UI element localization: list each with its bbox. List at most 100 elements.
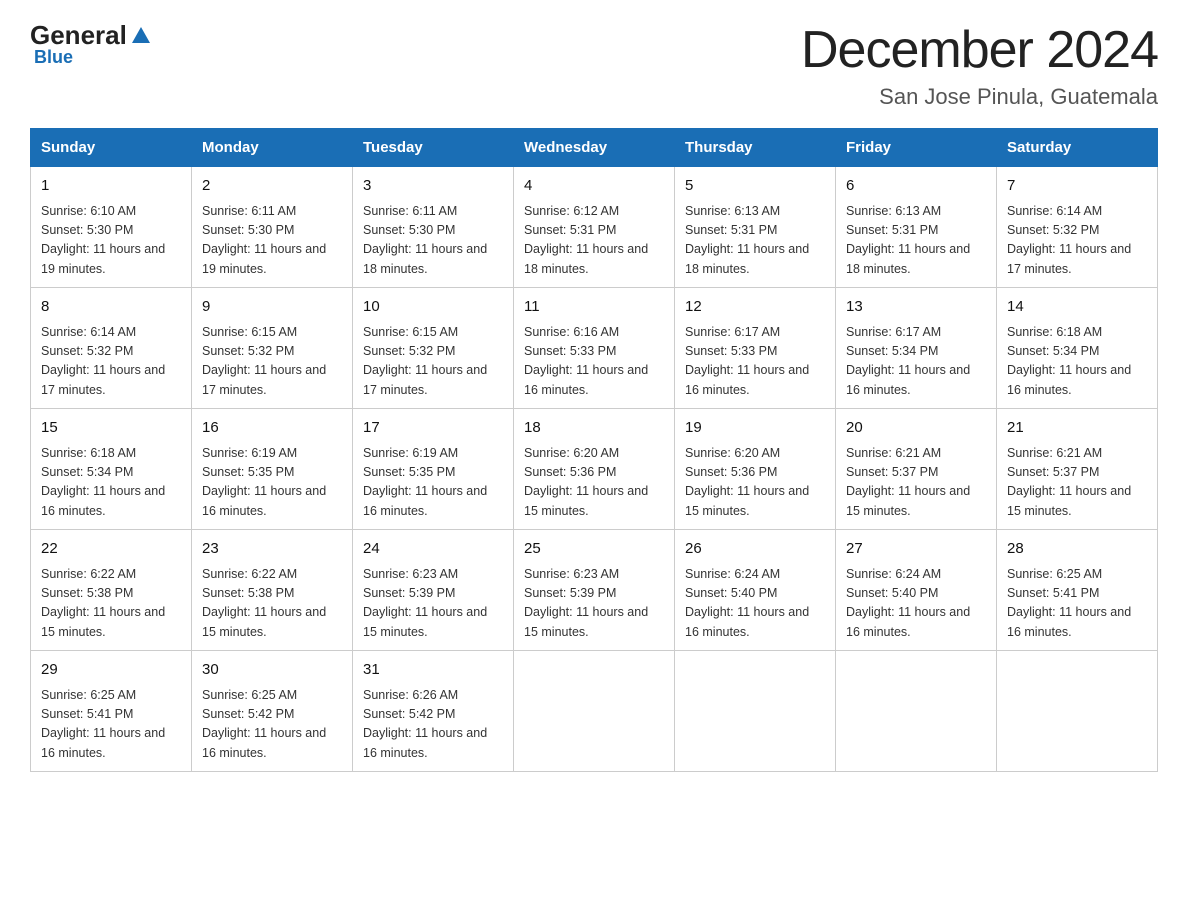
day-number: 7: [1007, 175, 1147, 198]
calendar-cell: 28 Sunrise: 6:25 AMSunset: 5:41 PMDayligh…: [997, 530, 1158, 651]
day-info: Sunrise: 6:23 AMSunset: 5:39 PMDaylight:…: [363, 565, 503, 643]
weekday-header-tuesday: Tuesday: [353, 129, 514, 167]
day-info: Sunrise: 6:20 AMSunset: 5:36 PMDaylight:…: [524, 444, 664, 522]
day-info: Sunrise: 6:21 AMSunset: 5:37 PMDaylight:…: [846, 444, 986, 522]
day-number: 13: [846, 296, 986, 319]
logo-icon: [130, 25, 152, 47]
calendar-cell: 22 Sunrise: 6:22 AMSunset: 5:38 PMDayligh…: [31, 530, 192, 651]
calendar-cell: 14Sunrise: 6:18 AMSunset: 5:34 PMDayligh…: [997, 288, 1158, 409]
day-number: 17: [363, 417, 503, 440]
calendar-cell: 6 Sunrise: 6:13 AMSunset: 5:31 PMDaylight…: [836, 167, 997, 288]
day-info: Sunrise: 6:15 AMSunset: 5:32 PMDaylight:…: [202, 323, 342, 401]
calendar-cell: 21 Sunrise: 6:21 AMSunset: 5:37 PMDayligh…: [997, 409, 1158, 530]
calendar-cell: 29 Sunrise: 6:25 AMSunset: 5:41 PMDayligh…: [31, 651, 192, 772]
day-number: 20: [846, 417, 986, 440]
day-number: 29: [41, 659, 181, 682]
day-number: 9: [202, 296, 342, 319]
day-info: Sunrise: 6:13 AMSunset: 5:31 PMDaylight:…: [685, 202, 825, 280]
day-number: 11: [524, 296, 664, 319]
day-info: Sunrise: 6:10 AMSunset: 5:30 PMDaylight:…: [41, 202, 181, 280]
calendar-cell: 26Sunrise: 6:24 AMSunset: 5:40 PMDayligh…: [675, 530, 836, 651]
weekday-header-sunday: Sunday: [31, 129, 192, 167]
day-number: 25: [524, 538, 664, 561]
day-number: 18: [524, 417, 664, 440]
day-info: Sunrise: 6:19 AMSunset: 5:35 PMDaylight:…: [363, 444, 503, 522]
weekday-header-thursday: Thursday: [675, 129, 836, 167]
day-number: 28: [1007, 538, 1147, 561]
calendar-cell: 3 Sunrise: 6:11 AMSunset: 5:30 PMDaylight…: [353, 167, 514, 288]
calendar-cell: [514, 651, 675, 772]
calendar-cell: 2 Sunrise: 6:11 AMSunset: 5:30 PMDaylight…: [192, 167, 353, 288]
calendar-cell: 25 Sunrise: 6:23 AMSunset: 5:39 PMDayligh…: [514, 530, 675, 651]
calendar-cell: 8 Sunrise: 6:14 AMSunset: 5:32 PMDaylight…: [31, 288, 192, 409]
month-title: December 2024: [801, 20, 1158, 80]
calendar-cell: 7 Sunrise: 6:14 AMSunset: 5:32 PMDaylight…: [997, 167, 1158, 288]
day-info: Sunrise: 6:23 AMSunset: 5:39 PMDaylight:…: [524, 565, 664, 643]
day-info: Sunrise: 6:12 AMSunset: 5:31 PMDaylight:…: [524, 202, 664, 280]
calendar-cell: [675, 651, 836, 772]
day-number: 3: [363, 175, 503, 198]
day-number: 15: [41, 417, 181, 440]
logo: General Blue: [30, 20, 153, 68]
calendar-cell: 12 Sunrise: 6:17 AMSunset: 5:33 PMDayligh…: [675, 288, 836, 409]
day-number: 4: [524, 175, 664, 198]
calendar-cell: 15Sunrise: 6:18 AMSunset: 5:34 PMDayligh…: [31, 409, 192, 530]
calendar-cell: 30Sunrise: 6:25 AMSunset: 5:42 PMDayligh…: [192, 651, 353, 772]
calendar-cell: 31Sunrise: 6:26 AMSunset: 5:42 PMDayligh…: [353, 651, 514, 772]
day-info: Sunrise: 6:14 AMSunset: 5:32 PMDaylight:…: [41, 323, 181, 401]
day-info: Sunrise: 6:11 AMSunset: 5:30 PMDaylight:…: [363, 202, 503, 280]
day-number: 5: [685, 175, 825, 198]
weekday-header-monday: Monday: [192, 129, 353, 167]
day-info: Sunrise: 6:22 AMSunset: 5:38 PMDaylight:…: [41, 565, 181, 643]
calendar-cell: 24 Sunrise: 6:23 AMSunset: 5:39 PMDayligh…: [353, 530, 514, 651]
day-number: 24: [363, 538, 503, 561]
day-number: 21: [1007, 417, 1147, 440]
location-title: San Jose Pinula, Guatemala: [801, 84, 1158, 110]
calendar-cell: 1Sunrise: 6:10 AMSunset: 5:30 PMDaylight…: [31, 167, 192, 288]
calendar-cell: 18 Sunrise: 6:20 AMSunset: 5:36 PMDayligh…: [514, 409, 675, 530]
weekday-header-row: SundayMondayTuesdayWednesdayThursdayFrid…: [31, 129, 1158, 167]
calendar-cell: 16 Sunrise: 6:19 AMSunset: 5:35 PMDayligh…: [192, 409, 353, 530]
day-info: Sunrise: 6:19 AMSunset: 5:35 PMDaylight:…: [202, 444, 342, 522]
weekday-header-wednesday: Wednesday: [514, 129, 675, 167]
day-info: Sunrise: 6:20 AMSunset: 5:36 PMDaylight:…: [685, 444, 825, 522]
calendar-cell: 13 Sunrise: 6:17 AMSunset: 5:34 PMDayligh…: [836, 288, 997, 409]
weekday-header-saturday: Saturday: [997, 129, 1158, 167]
calendar-week-row: 15Sunrise: 6:18 AMSunset: 5:34 PMDayligh…: [31, 409, 1158, 530]
calendar-cell: 11Sunrise: 6:16 AMSunset: 5:33 PMDayligh…: [514, 288, 675, 409]
calendar-cell: [836, 651, 997, 772]
day-number: 6: [846, 175, 986, 198]
day-number: 22: [41, 538, 181, 561]
page-header: General Blue December 2024 San Jose Pinu…: [30, 20, 1158, 110]
day-info: Sunrise: 6:21 AMSunset: 5:37 PMDaylight:…: [1007, 444, 1147, 522]
calendar-cell: 17 Sunrise: 6:19 AMSunset: 5:35 PMDayligh…: [353, 409, 514, 530]
day-number: 2: [202, 175, 342, 198]
calendar-cell: 5 Sunrise: 6:13 AMSunset: 5:31 PMDaylight…: [675, 167, 836, 288]
calendar-week-row: 1Sunrise: 6:10 AMSunset: 5:30 PMDaylight…: [31, 167, 1158, 288]
day-info: Sunrise: 6:22 AMSunset: 5:38 PMDaylight:…: [202, 565, 342, 643]
day-info: Sunrise: 6:14 AMSunset: 5:32 PMDaylight:…: [1007, 202, 1147, 280]
day-info: Sunrise: 6:25 AMSunset: 5:41 PMDaylight:…: [41, 686, 181, 764]
calendar-cell: 4 Sunrise: 6:12 AMSunset: 5:31 PMDaylight…: [514, 167, 675, 288]
day-number: 26: [685, 538, 825, 561]
calendar-cell: 27Sunrise: 6:24 AMSunset: 5:40 PMDayligh…: [836, 530, 997, 651]
day-number: 8: [41, 296, 181, 319]
calendar-cell: 9 Sunrise: 6:15 AMSunset: 5:32 PMDaylight…: [192, 288, 353, 409]
calendar-table: SundayMondayTuesdayWednesdayThursdayFrid…: [30, 128, 1158, 772]
day-number: 12: [685, 296, 825, 319]
calendar-cell: 10Sunrise: 6:15 AMSunset: 5:32 PMDayligh…: [353, 288, 514, 409]
calendar-cell: 23Sunrise: 6:22 AMSunset: 5:38 PMDayligh…: [192, 530, 353, 651]
day-info: Sunrise: 6:17 AMSunset: 5:33 PMDaylight:…: [685, 323, 825, 401]
day-number: 14: [1007, 296, 1147, 319]
day-info: Sunrise: 6:15 AMSunset: 5:32 PMDaylight:…: [363, 323, 503, 401]
day-info: Sunrise: 6:17 AMSunset: 5:34 PMDaylight:…: [846, 323, 986, 401]
day-number: 16: [202, 417, 342, 440]
day-info: Sunrise: 6:13 AMSunset: 5:31 PMDaylight:…: [846, 202, 986, 280]
day-number: 27: [846, 538, 986, 561]
title-area: December 2024 San Jose Pinula, Guatemala: [801, 20, 1158, 110]
day-number: 30: [202, 659, 342, 682]
calendar-week-row: 29 Sunrise: 6:25 AMSunset: 5:41 PMDayligh…: [31, 651, 1158, 772]
day-info: Sunrise: 6:11 AMSunset: 5:30 PMDaylight:…: [202, 202, 342, 280]
day-info: Sunrise: 6:25 AMSunset: 5:41 PMDaylight:…: [1007, 565, 1147, 643]
calendar-cell: [997, 651, 1158, 772]
